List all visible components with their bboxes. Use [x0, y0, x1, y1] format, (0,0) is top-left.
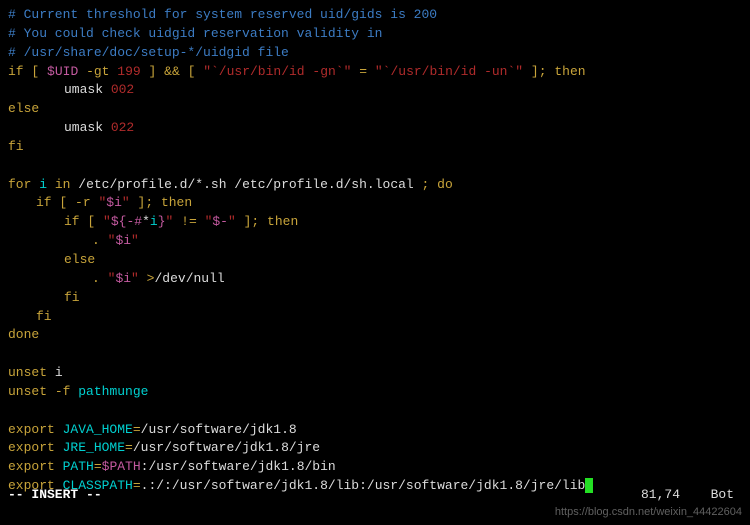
code-line: if [ -r "$i" ]; then — [8, 194, 742, 213]
code-line: unset -f pathmunge — [8, 383, 742, 402]
vim-cursor-position: 81,74 — [641, 486, 680, 505]
code-line: else — [8, 251, 742, 270]
vim-mode-indicator: -- INSERT -- — [8, 486, 102, 505]
code-line: else — [8, 100, 742, 119]
code-line: export PATH=$PATH:/usr/software/jdk1.8/b… — [8, 458, 742, 477]
code-line: . "$i" — [8, 232, 742, 251]
code-line: unset i — [8, 364, 742, 383]
vim-scroll-position: Bot — [711, 486, 734, 505]
code-line: fi — [8, 138, 742, 157]
code-line: for i in /etc/profile.d/*.sh /etc/profil… — [8, 176, 742, 195]
code-line: fi — [8, 289, 742, 308]
blank-line — [8, 402, 742, 421]
comment-line: # Current threshold for system reserved … — [8, 6, 742, 25]
comment-line: # /usr/share/doc/setup-*/uidgid file — [8, 44, 742, 63]
code-line: if [ $UID -gt 199 ] && [ "`/usr/bin/id -… — [8, 63, 742, 82]
code-line: done — [8, 326, 742, 345]
code-line: if [ "${-#*i}" != "$-" ]; then — [8, 213, 742, 232]
watermark: https://blog.csdn.net/weixin_44422604 — [555, 505, 742, 521]
cursor — [585, 478, 593, 493]
blank-line — [8, 345, 742, 364]
code-line: fi — [8, 308, 742, 327]
code-line: umask 002 — [8, 81, 742, 100]
code-line: export JRE_HOME=/usr/software/jdk1.8/jre — [8, 439, 742, 458]
code-line: umask 022 — [8, 119, 742, 138]
code-line: export JAVA_HOME=/usr/software/jdk1.8 — [8, 421, 742, 440]
code-line: export CLASSPATH=.:/:/usr/software/jdk1.… — [8, 477, 742, 496]
comment-line: # You could check uidgid reservation val… — [8, 25, 742, 44]
editor-viewport[interactable]: # Current threshold for system reserved … — [8, 6, 742, 496]
blank-line — [8, 157, 742, 176]
code-line: . "$i" >/dev/null — [8, 270, 742, 289]
